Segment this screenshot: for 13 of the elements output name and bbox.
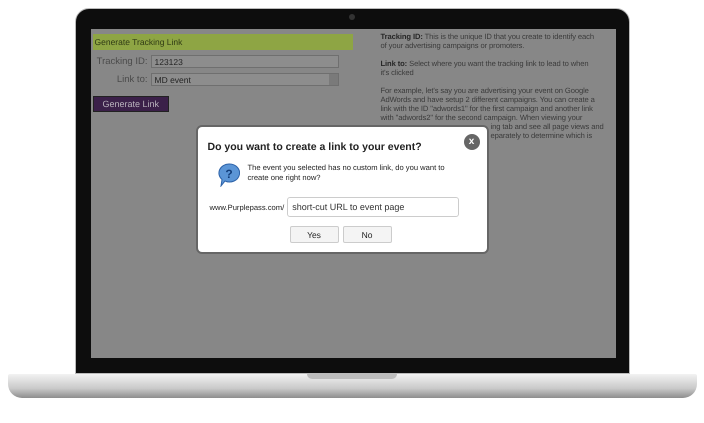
link-to-dropdown[interactable]: MD event [150,73,338,86]
close-button[interactable]: x [464,134,480,150]
question-bubble-icon: ? [218,163,240,187]
generate-link-button[interactable]: Generate Link [92,96,170,112]
section-header: Generate Tracking Link [92,34,352,50]
url-input[interactable]: short-cut URL to event page [287,197,460,217]
dialog-button[interactable]: No [342,226,392,243]
tracking-id-input[interactable]: 123123 [150,55,338,68]
dialog-title: Do you want to create a link to your event? [208,141,422,153]
field-label: Link to: [116,74,148,85]
dialog-button[interactable]: Yes [290,226,338,243]
camera-icon [348,14,354,20]
field-label: Tracking ID: [96,56,148,67]
